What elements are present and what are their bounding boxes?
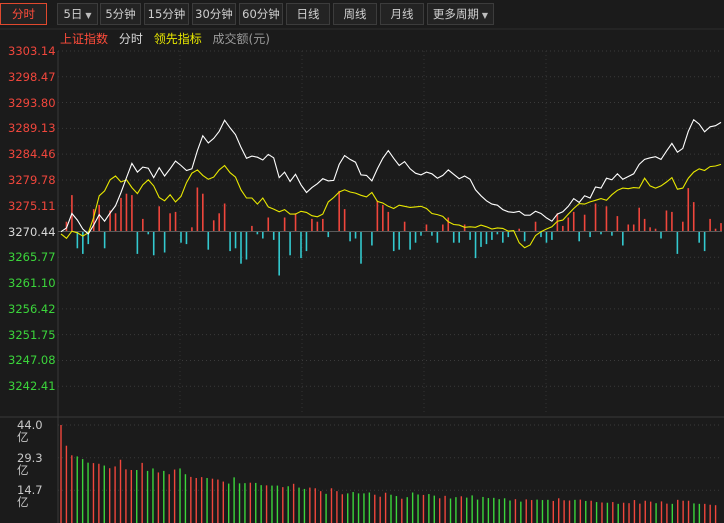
price-tick-label: 3284.46	[8, 147, 56, 162]
price-tick-label: 3303.14	[8, 44, 56, 58]
price-tick-label: 3270.44	[8, 224, 56, 239]
price-tick-label: 3251.75	[8, 327, 56, 342]
price-tick-label: 3242.41	[8, 379, 56, 394]
price-line	[60, 118, 722, 235]
volume-tick-label: 29.3亿	[17, 450, 43, 477]
price-tick-label: 3289.13	[8, 121, 56, 136]
price-tick-label: 3247.08	[8, 353, 56, 368]
price-tick-label: 3275.11	[8, 198, 56, 213]
price-tick-label: 3265.77	[8, 250, 56, 265]
price-tick-label: 3279.78	[8, 172, 56, 187]
price-tick-label: 3298.47	[8, 69, 56, 84]
price-tick-label: 3293.80	[8, 95, 56, 110]
volume-tick-label: 14.7亿	[17, 483, 43, 510]
price-tick-label: 3261.10	[8, 276, 56, 291]
price-tick-label: 3256.42	[8, 301, 56, 316]
volume-tick-label: 44.0亿	[17, 418, 43, 444]
intraday-chart[interactable]	[0, 0, 724, 523]
